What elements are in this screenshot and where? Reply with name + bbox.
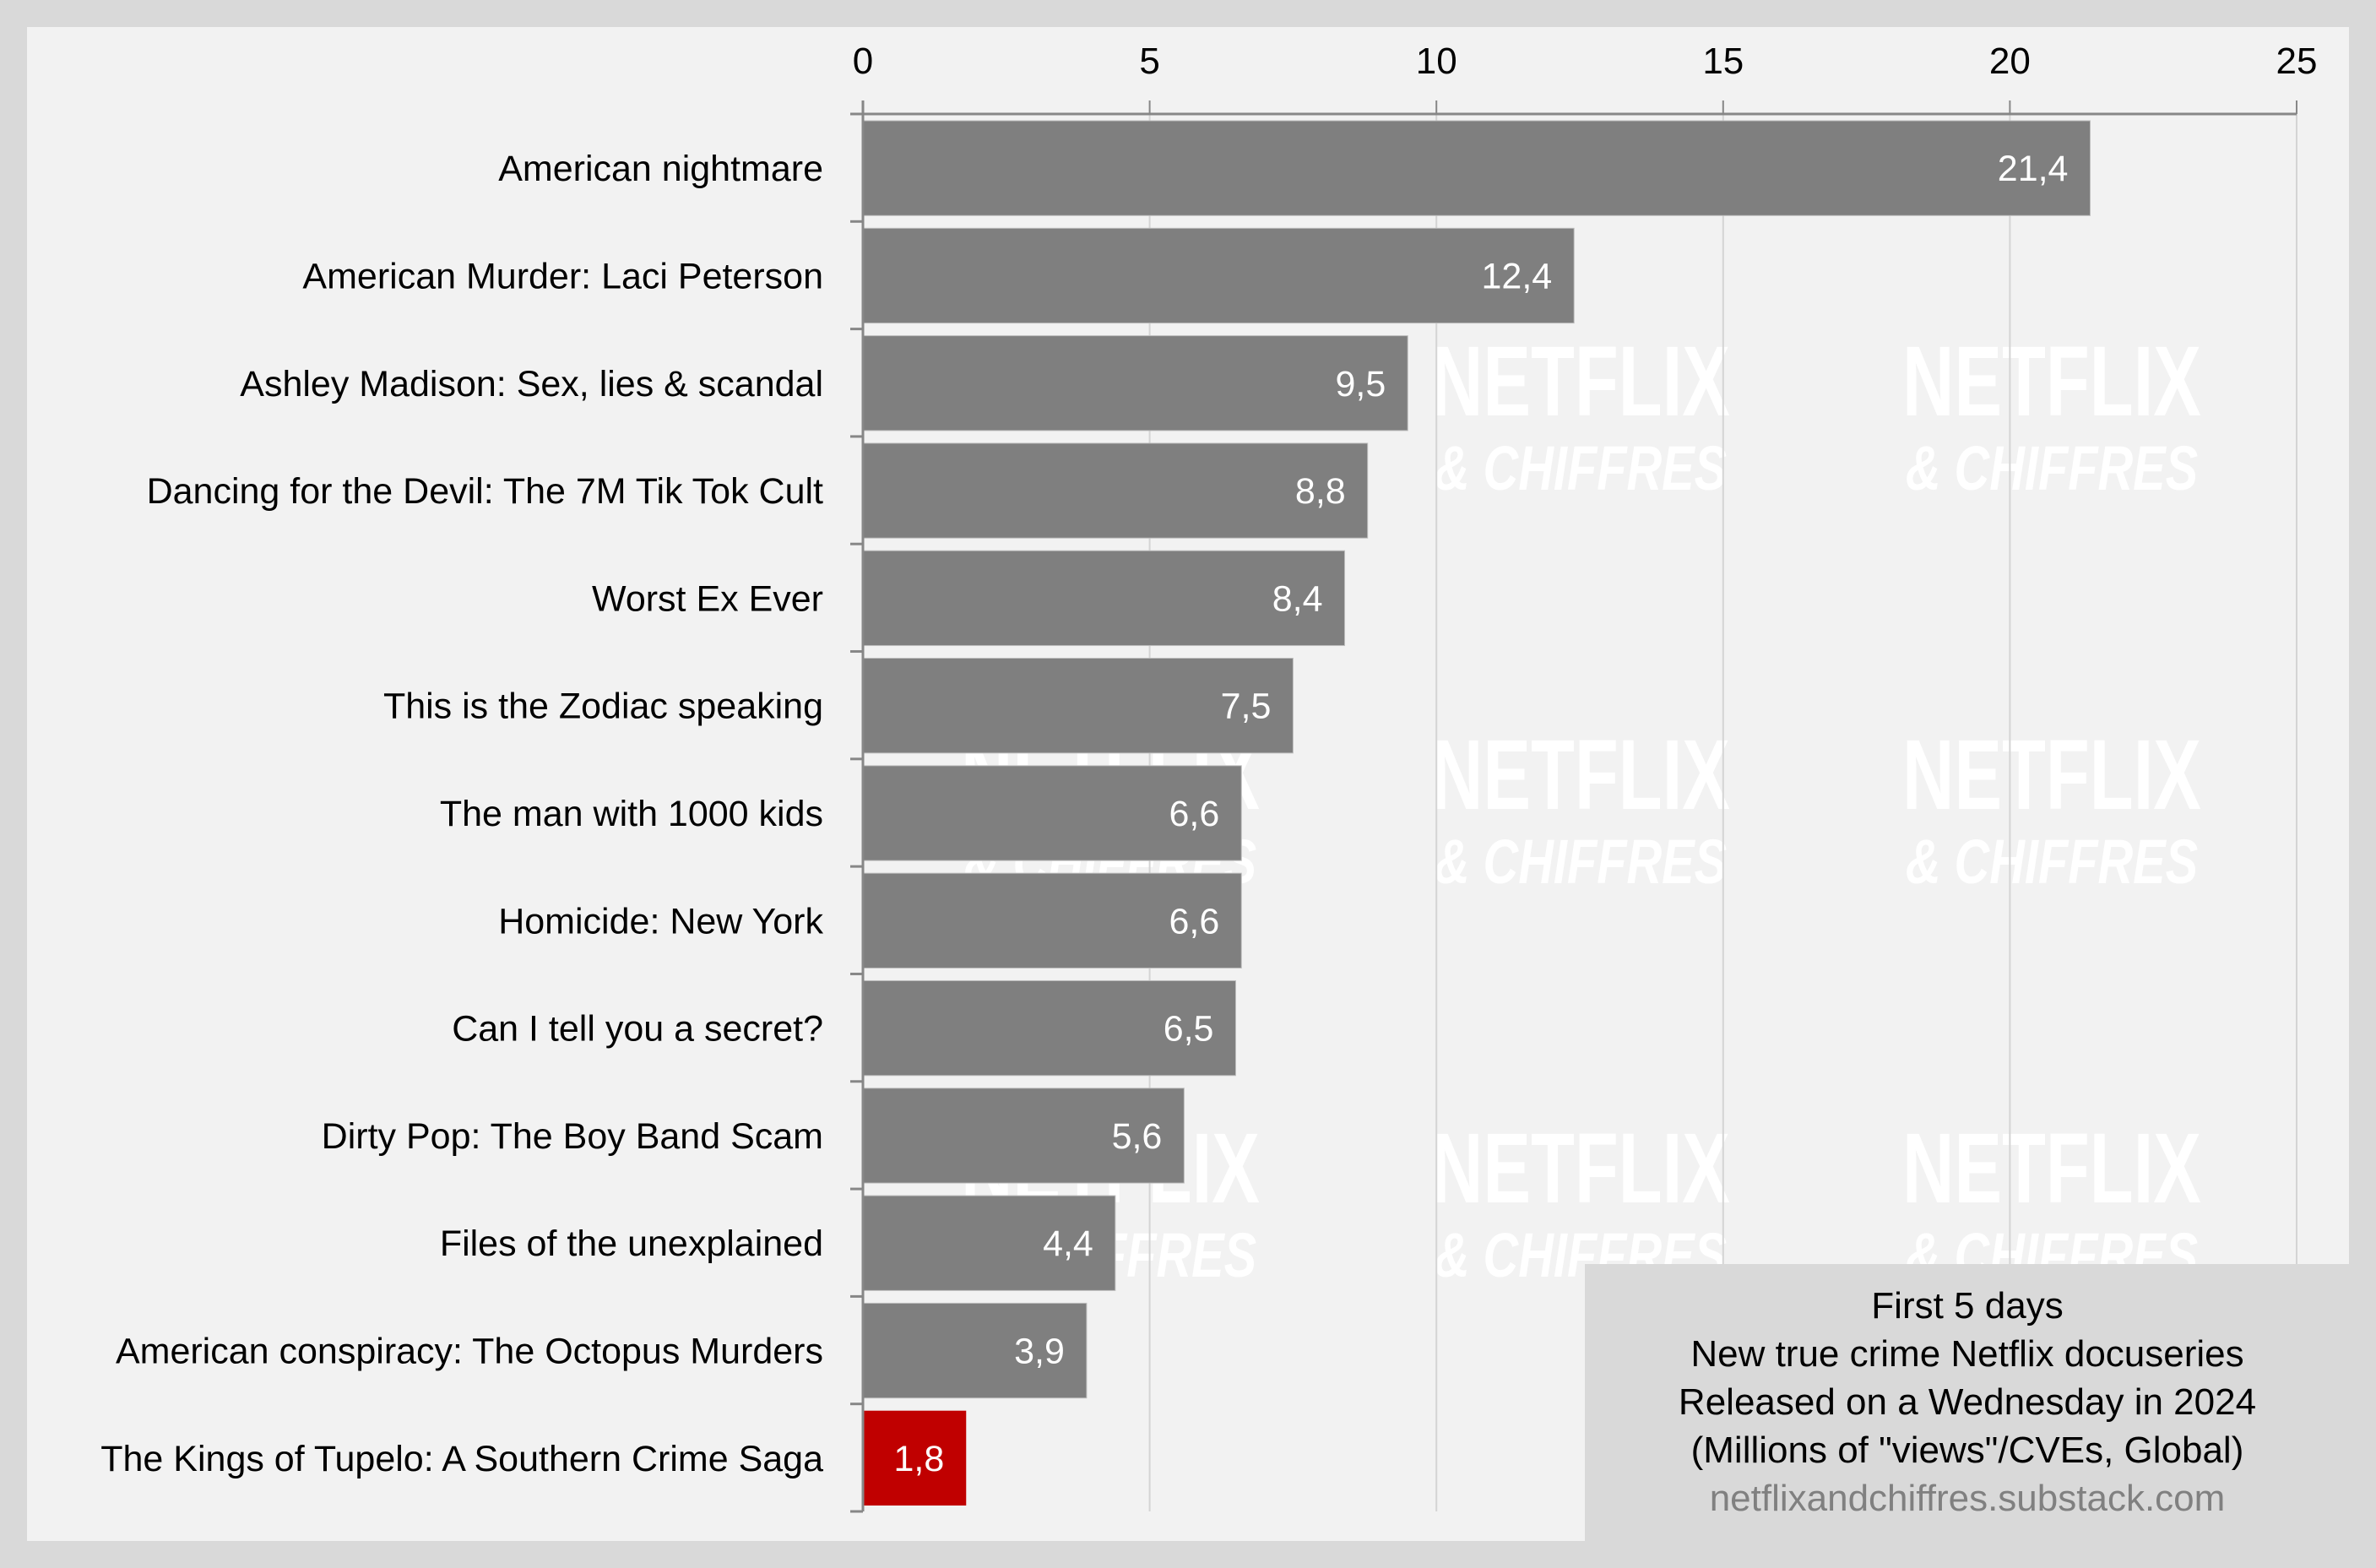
category-label: American nightmare (498, 149, 823, 189)
value-label: 3,9 (1014, 1332, 1065, 1372)
value-label: 21,4 (1998, 149, 2069, 189)
watermark-netflix-text: NETFLIX (1431, 719, 1730, 830)
bar (863, 120, 2091, 216)
bar (863, 227, 1575, 324)
value-label: 8,8 (1295, 471, 1346, 512)
annotation-line-1: First 5 days (1871, 1285, 2063, 1327)
value-label: 5,6 (1112, 1116, 1163, 1157)
watermark-netflix-text: NETFLIX (1431, 325, 1730, 437)
bar (863, 442, 1369, 539)
x-tick-label: 20 (1989, 41, 2031, 82)
watermark-logo: NETFLIX& CHIFFRES (1431, 719, 1730, 897)
category-label: American Murder: Laci Peterson (302, 256, 823, 296)
value-label: 6,6 (1169, 901, 1219, 941)
value-label: 4,4 (1043, 1223, 1093, 1264)
value-label: 1,8 (893, 1439, 944, 1479)
category-label: This is the Zodiac speaking (383, 686, 823, 727)
category-label: Dancing for the Devil: The 7M Tik Tok Cu… (147, 471, 823, 512)
x-tick-label: 0 (853, 41, 873, 82)
watermark-chiffres-text: & CHIFFRES (1906, 827, 2198, 898)
watermark-netflix-text: NETFLIX (1902, 1112, 2201, 1223)
annotation-line-4: (Millions of "views"/CVEs, Global) (1691, 1430, 2244, 1471)
watermark-chiffres-text: & CHIFFRES (1435, 434, 1727, 504)
category-label: The Kings of Tupelo: A Southern Crime Sa… (100, 1439, 823, 1479)
category-label: Files of the unexplained (440, 1223, 823, 1264)
watermark-logo: NETFLIX& CHIFFRES (1431, 325, 1730, 503)
annotation-line-3: Released on a Wednesday in 2024 (1679, 1381, 2256, 1423)
watermark-netflix-text: NETFLIX (1902, 325, 2201, 437)
category-label: The man with 1000 kids (440, 794, 823, 834)
x-tick-label: 25 (2276, 41, 2318, 82)
value-label: 6,6 (1169, 794, 1219, 834)
value-label: 12,4 (1482, 256, 1553, 296)
category-label: Worst Ex Ever (592, 578, 823, 619)
category-label: Homicide: New York (498, 901, 823, 941)
watermark-logo: NETFLIX& CHIFFRES (1902, 719, 2201, 897)
category-label: American conspiracy: The Octopus Murders (116, 1332, 823, 1372)
value-label: 8,4 (1272, 578, 1323, 619)
category-label: Ashley Madison: Sex, lies & scandal (240, 364, 823, 404)
x-tick-label: 15 (1702, 41, 1744, 82)
category-label: Dirty Pop: The Boy Band Scam (322, 1116, 823, 1157)
source-url[interactable]: netflixandchiffres.substack.com (1710, 1478, 2226, 1519)
annotation-line-2: New true crime Netflix docuseries (1690, 1333, 2243, 1375)
watermark-logo: NETFLIX& CHIFFRES (1902, 325, 2201, 503)
watermark-netflix-text: NETFLIX (1902, 719, 2201, 830)
x-tick-label: 5 (1139, 41, 1159, 82)
watermark-chiffres-text: & CHIFFRES (1435, 827, 1727, 898)
category-label: Can I tell you a secret? (452, 1009, 823, 1050)
bar-chart: NETFLIX& CHIFFRESNETFLIX& CHIFFRESNETFLI… (0, 0, 2376, 1568)
watermark-netflix-text: NETFLIX (1431, 1112, 1730, 1223)
bar (863, 335, 1408, 431)
value-label: 9,5 (1335, 364, 1386, 404)
value-label: 7,5 (1221, 686, 1272, 727)
annotation-box: First 5 days New true crime Netflix docu… (1585, 1264, 2349, 1541)
x-tick-label: 10 (1416, 41, 1457, 82)
value-label: 6,5 (1164, 1009, 1214, 1050)
watermark-chiffres-text: & CHIFFRES (1906, 434, 2198, 504)
